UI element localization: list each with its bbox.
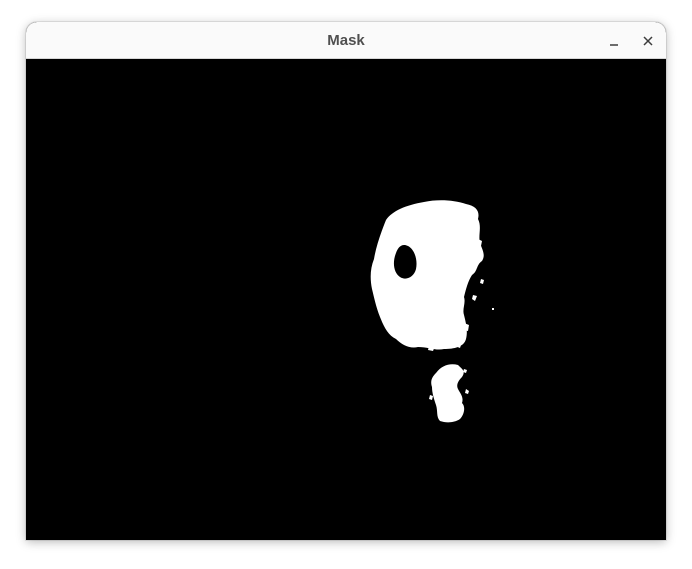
mask-image: [26, 59, 666, 540]
title-bar[interactable]: Mask: [26, 22, 666, 59]
minimize-icon: [610, 44, 618, 46]
mask-background: [26, 59, 666, 540]
mask-speck: [492, 308, 494, 310]
minimize-button[interactable]: [603, 30, 625, 52]
window-title: Mask: [327, 32, 365, 49]
close-icon: [643, 36, 653, 46]
close-button[interactable]: [637, 30, 659, 52]
mask-image-svg: [26, 59, 666, 540]
mask-window: Mask: [26, 22, 666, 540]
